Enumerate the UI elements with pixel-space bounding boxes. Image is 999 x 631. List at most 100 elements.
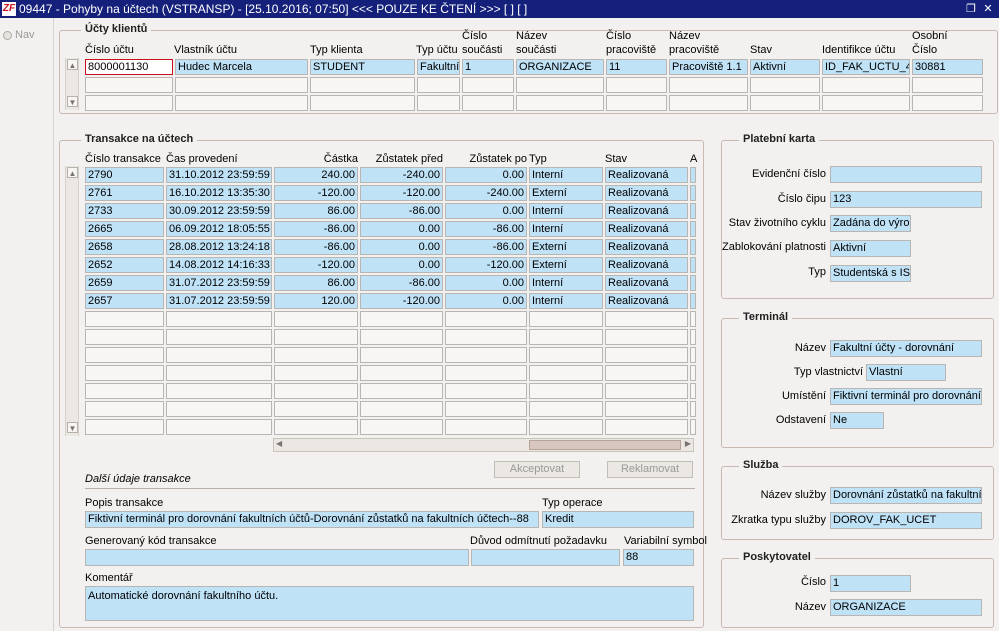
balance-before-cell[interactable]: -120.00 (360, 293, 443, 309)
nav-radio-icon[interactable] (3, 30, 12, 40)
provider-name-field[interactable]: ORGANIZACE (830, 599, 982, 616)
empty-cell[interactable] (690, 347, 696, 363)
type-cell[interactable]: Interní (529, 221, 603, 237)
amount-cell[interactable]: 120.00 (274, 293, 358, 309)
state-cell[interactable]: Realizovaná (605, 203, 688, 219)
empty-cell[interactable] (822, 95, 910, 111)
balance-after-cell[interactable]: -86.00 (445, 239, 527, 255)
transaction-number-cell[interactable]: 2652 (85, 257, 164, 273)
amount-cell[interactable]: -86.00 (274, 221, 358, 237)
extra-cell[interactable] (690, 221, 696, 237)
extra-cell[interactable] (690, 293, 696, 309)
empty-cell[interactable] (445, 311, 527, 327)
type-cell[interactable]: Externí (529, 185, 603, 201)
blocking-field[interactable]: Aktivní (830, 240, 911, 257)
empty-cell[interactable] (605, 329, 688, 345)
scroll-thumb[interactable] (529, 440, 681, 450)
empty-cell[interactable] (605, 347, 688, 363)
empty-cell[interactable] (274, 347, 358, 363)
transaction-number-cell[interactable]: 2790 (85, 167, 164, 183)
empty-cell[interactable] (445, 365, 527, 381)
empty-cell[interactable] (274, 383, 358, 399)
empty-cell[interactable] (85, 95, 173, 111)
operation-type-field[interactable]: Kredit (542, 511, 694, 528)
empty-cell[interactable] (605, 419, 688, 435)
empty-cell[interactable] (166, 383, 272, 399)
account-type-cell[interactable]: Fakultní (417, 59, 460, 75)
empty-cell[interactable] (445, 401, 527, 417)
empty-cell[interactable] (529, 365, 603, 381)
transactions-vertical-scrollbar[interactable]: ▲ ▼ (65, 166, 79, 436)
empty-cell[interactable] (175, 95, 308, 111)
service-short-field[interactable]: DOROV_FAK_UCET (830, 512, 982, 529)
extra-cell[interactable] (690, 275, 696, 291)
extra-cell[interactable] (690, 203, 696, 219)
scroll-up-icon[interactable]: ▲ (67, 59, 78, 70)
state-cell[interactable]: Realizovaná (605, 221, 688, 237)
type-cell[interactable]: Interní (529, 167, 603, 183)
empty-cell[interactable] (166, 329, 272, 345)
status-cell[interactable]: Aktivní (750, 59, 820, 75)
balance-before-cell[interactable]: -86.00 (360, 275, 443, 291)
extra-cell[interactable] (690, 257, 696, 273)
accept-button[interactable]: Akceptovat (494, 461, 580, 478)
state-cell[interactable]: Realizovaná (605, 257, 688, 273)
empty-cell[interactable] (445, 347, 527, 363)
type-cell[interactable]: Externí (529, 239, 603, 255)
balance-after-cell[interactable]: 0.00 (445, 293, 527, 309)
execution-time-cell[interactable]: 31.07.2012 23:59:59 (166, 275, 272, 291)
balance-before-cell[interactable]: 0.00 (360, 257, 443, 273)
empty-cell[interactable] (690, 401, 696, 417)
empty-cell[interactable] (175, 77, 308, 93)
empty-cell[interactable] (750, 77, 820, 93)
execution-time-cell[interactable]: 28.08.2012 13:24:18 (166, 239, 272, 255)
empty-cell[interactable] (529, 419, 603, 435)
empty-cell[interactable] (529, 311, 603, 327)
empty-cell[interactable] (85, 347, 164, 363)
extra-cell[interactable] (690, 185, 696, 201)
balance-before-cell[interactable]: -120.00 (360, 185, 443, 201)
extra-cell[interactable] (690, 167, 696, 183)
transaction-number-cell[interactable]: 2657 (85, 293, 164, 309)
comment-field[interactable]: Automatické dorovnání fakultního účtu. (85, 586, 694, 621)
client-type-cell[interactable]: STUDENT (310, 59, 415, 75)
empty-cell[interactable] (85, 77, 173, 93)
scroll-down-icon[interactable]: ▼ (67, 96, 78, 107)
scroll-up-icon[interactable]: ▲ (67, 167, 78, 178)
scroll-left-icon[interactable]: ◀ (276, 439, 282, 448)
empty-cell[interactable] (85, 311, 164, 327)
description-field[interactable]: Fiktivní terminál pro dorovnání fakultní… (85, 511, 539, 528)
balance-after-cell[interactable]: 0.00 (445, 203, 527, 219)
execution-time-cell[interactable]: 30.09.2012 23:59:59 (166, 203, 272, 219)
empty-cell[interactable] (529, 383, 603, 399)
empty-cell[interactable] (606, 95, 667, 111)
empty-cell[interactable] (274, 365, 358, 381)
ownership-type-field[interactable]: Vlastní (866, 364, 946, 381)
workplace-number-cell[interactable]: 11 (606, 59, 667, 75)
balance-before-cell[interactable]: 0.00 (360, 221, 443, 237)
transactions-horizontal-scrollbar[interactable]: ◀ ▶ (273, 438, 694, 452)
empty-cell[interactable] (822, 77, 910, 93)
empty-cell[interactable] (605, 365, 688, 381)
owner-cell[interactable]: Hudec Marcela (175, 59, 308, 75)
empty-cell[interactable] (606, 77, 667, 93)
scroll-down-icon[interactable]: ▼ (67, 422, 78, 433)
workplace-name-cell[interactable]: Pracoviště 1.1 (669, 59, 748, 75)
type-cell[interactable]: Interní (529, 203, 603, 219)
evidence-number-field[interactable] (830, 166, 982, 183)
amount-cell[interactable]: -120.00 (274, 185, 358, 201)
transaction-number-cell[interactable]: 2658 (85, 239, 164, 255)
empty-cell[interactable] (360, 311, 443, 327)
transaction-number-cell[interactable]: 2665 (85, 221, 164, 237)
provider-number-field[interactable]: 1 (830, 575, 911, 592)
execution-time-cell[interactable]: 06.09.2012 18:05:55 (166, 221, 272, 237)
empty-cell[interactable] (690, 383, 696, 399)
restore-window-icon[interactable]: ❐ (965, 3, 977, 15)
empty-cell[interactable] (690, 419, 696, 435)
empty-cell[interactable] (166, 311, 272, 327)
balance-before-cell[interactable]: -86.00 (360, 203, 443, 219)
empty-cell[interactable] (516, 77, 604, 93)
account-number-cell[interactable]: 8000001130 (85, 59, 173, 75)
extra-cell[interactable] (690, 239, 696, 255)
empty-cell[interactable] (360, 365, 443, 381)
